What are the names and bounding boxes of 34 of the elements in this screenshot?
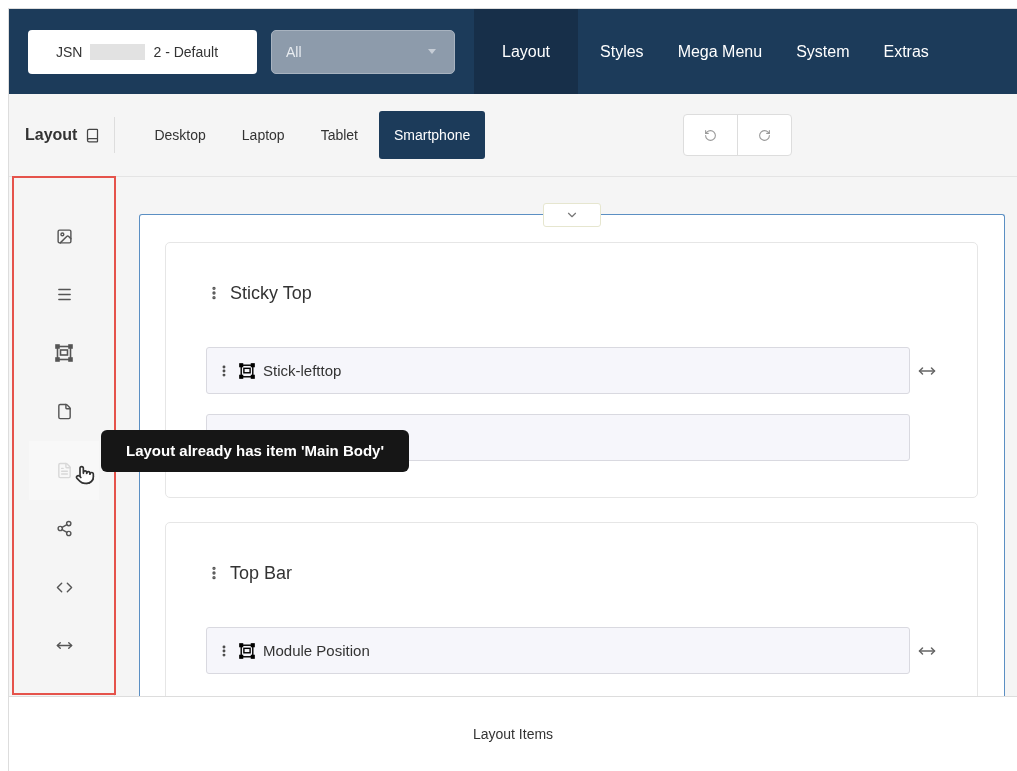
device-tab[interactable]: Desktop	[139, 111, 221, 159]
item-label: Module Position	[263, 642, 370, 659]
device-tab[interactable]: Tablet	[305, 111, 373, 159]
template-name: 2 - Default	[153, 43, 219, 60]
section-title: Sticky Top	[230, 282, 312, 304]
nav-tab[interactable]: Styles	[588, 9, 656, 94]
hand-cursor-icon	[75, 465, 95, 485]
share-icon	[55, 520, 73, 538]
document-icon	[55, 461, 73, 479]
device-tab[interactable]: Smartphone	[379, 111, 486, 159]
template-name: JSN	[56, 43, 83, 60]
section-title: Top Bar	[230, 562, 293, 584]
book-icon[interactable]	[85, 127, 101, 143]
module-icon	[239, 362, 255, 379]
template-field[interactable]: JSN 2 - Default	[28, 29, 257, 74]
layout-item[interactable]: Module Position	[206, 627, 910, 674]
file-icon	[55, 403, 73, 421]
device-tab[interactable]: Laptop	[226, 111, 300, 159]
nav-tab[interactable]: System	[784, 9, 862, 94]
undo-icon	[704, 128, 718, 142]
nav-tab[interactable]: Extras	[871, 9, 941, 94]
nav-tab[interactable]: Layout	[474, 9, 579, 94]
image-icon	[55, 227, 73, 245]
redacted-text	[90, 43, 146, 60]
redo-icon	[758, 128, 772, 142]
layout-title: Layout	[25, 126, 78, 144]
module-icon	[239, 642, 255, 659]
module-icon	[55, 344, 73, 363]
layout-item[interactable]: Stick-lefttop	[206, 347, 910, 394]
nav-tab[interactable]: Mega Menu	[665, 9, 775, 94]
figure-caption: Layout Items	[472, 726, 554, 742]
caret-icon	[428, 49, 436, 54]
tooltip: Layout already has item 'Main Body'	[101, 430, 409, 472]
item-label: Stick-lefttop	[263, 362, 342, 379]
